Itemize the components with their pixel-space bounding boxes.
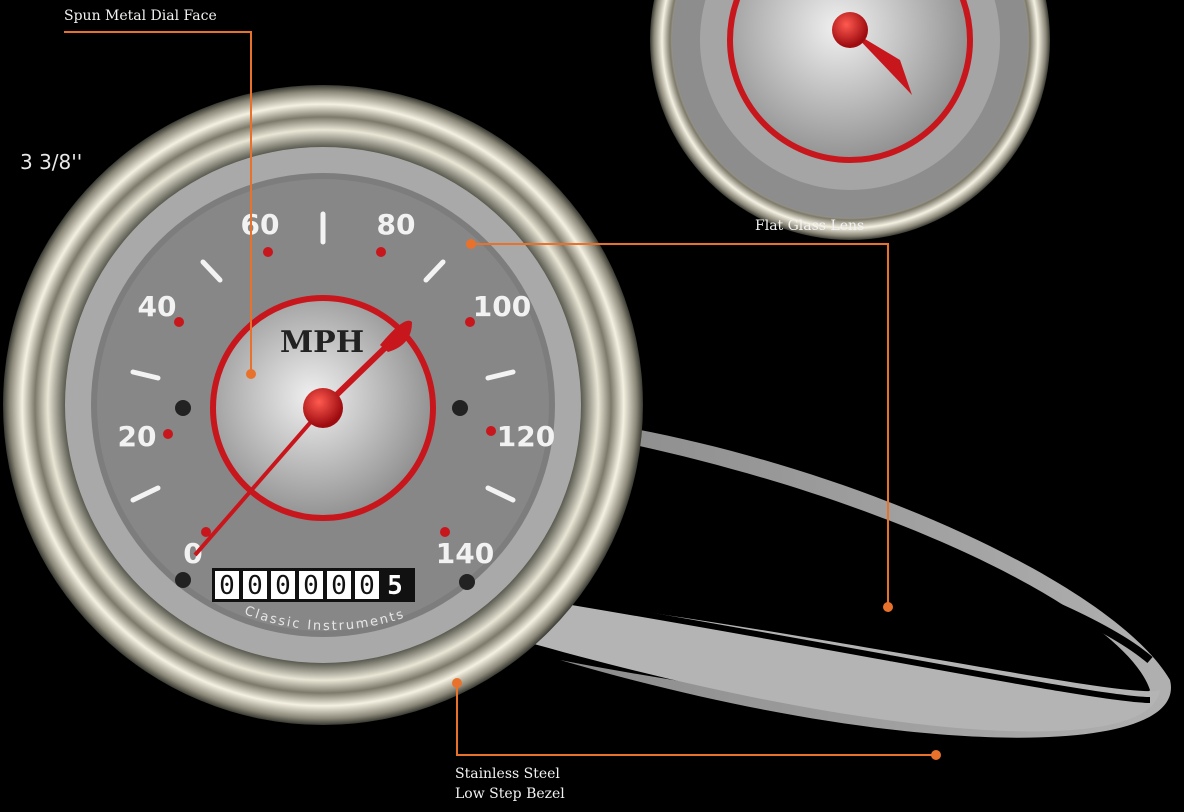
speed-label-40: 40 [138, 290, 177, 323]
speed-label-100: 100 [473, 290, 531, 323]
odometer-digit-6: 0 [359, 571, 375, 601]
speed-label-0: 0 [183, 537, 202, 570]
dial-unit-label: MPH [280, 325, 364, 360]
odometer-digit-5: 0 [331, 571, 347, 601]
speed-label-140: 140 [436, 537, 494, 570]
odometer-digit-2: 0 [247, 571, 263, 601]
odometer-digit-7: 5 [387, 571, 403, 601]
speedometer-gauge: 0 20 40 60 80 100 120 140 MPH 0 0 0 0 0 … [3, 85, 643, 725]
odometer: 0 0 0 0 0 0 5 [212, 568, 415, 602]
speed-label-120: 120 [497, 420, 555, 453]
odometer-digit-1: 0 [219, 571, 235, 601]
product-illustration: 0 20 40 60 80 100 120 140 MPH 0 0 0 0 0 … [3, 0, 1171, 760]
gauge-size-label: 3 3/8'' [20, 150, 83, 174]
speed-label-60: 60 [241, 208, 280, 241]
odometer-digit-4: 0 [303, 571, 319, 601]
callout-dial-face: Spun Metal Dial Face [64, 8, 217, 24]
odometer-digit-3: 0 [275, 571, 291, 601]
callout-lens: Flat Glass Lens [755, 218, 865, 234]
speed-label-20: 20 [118, 420, 157, 453]
secondary-gauge [650, 0, 1050, 240]
callout-bezel-line2: Low Step Bezel [455, 786, 565, 802]
speed-label-80: 80 [377, 208, 416, 241]
callout-bezel-line1: Stainless Steel [455, 766, 560, 782]
